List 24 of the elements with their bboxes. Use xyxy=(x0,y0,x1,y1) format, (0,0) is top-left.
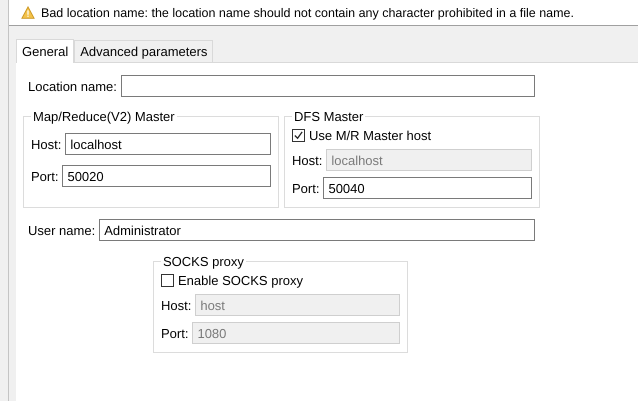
port-field[interactable]: 50040 xyxy=(323,177,532,199)
field-label: Host: xyxy=(292,152,322,168)
tab[interactable]: Advanced parameters xyxy=(74,40,214,62)
group-title: SOCKS proxy xyxy=(162,254,245,269)
input-field[interactable]: Administrator xyxy=(99,219,536,241)
field-label: Location name: xyxy=(28,78,117,94)
field-label: User name: xyxy=(28,222,96,238)
error-message: Bad location name: the location name should not contain any character prohibited in a file name. xyxy=(41,6,574,20)
checkbox[interactable] xyxy=(292,129,305,142)
field-label: Host: xyxy=(31,136,62,152)
field-label: Port: xyxy=(31,168,58,184)
input-field[interactable] xyxy=(120,75,535,97)
checkbox[interactable] xyxy=(161,274,174,287)
field-label: Port: xyxy=(292,180,320,196)
checkbox-label: Use M/R Master host xyxy=(309,128,432,143)
tab[interactable]: General xyxy=(16,39,74,63)
group-title: DFS Master xyxy=(293,109,364,124)
group-title: Map/Reduce(V2) Master xyxy=(32,109,176,124)
host-field[interactable]: localhost xyxy=(65,133,271,155)
field-label: Host: xyxy=(161,298,192,312)
checkbox-label: Enable SOCKS proxy xyxy=(178,273,304,288)
field-label: Port: xyxy=(161,326,188,340)
warning-icon xyxy=(21,6,35,20)
port-field[interactable]: 50020 xyxy=(62,165,271,187)
